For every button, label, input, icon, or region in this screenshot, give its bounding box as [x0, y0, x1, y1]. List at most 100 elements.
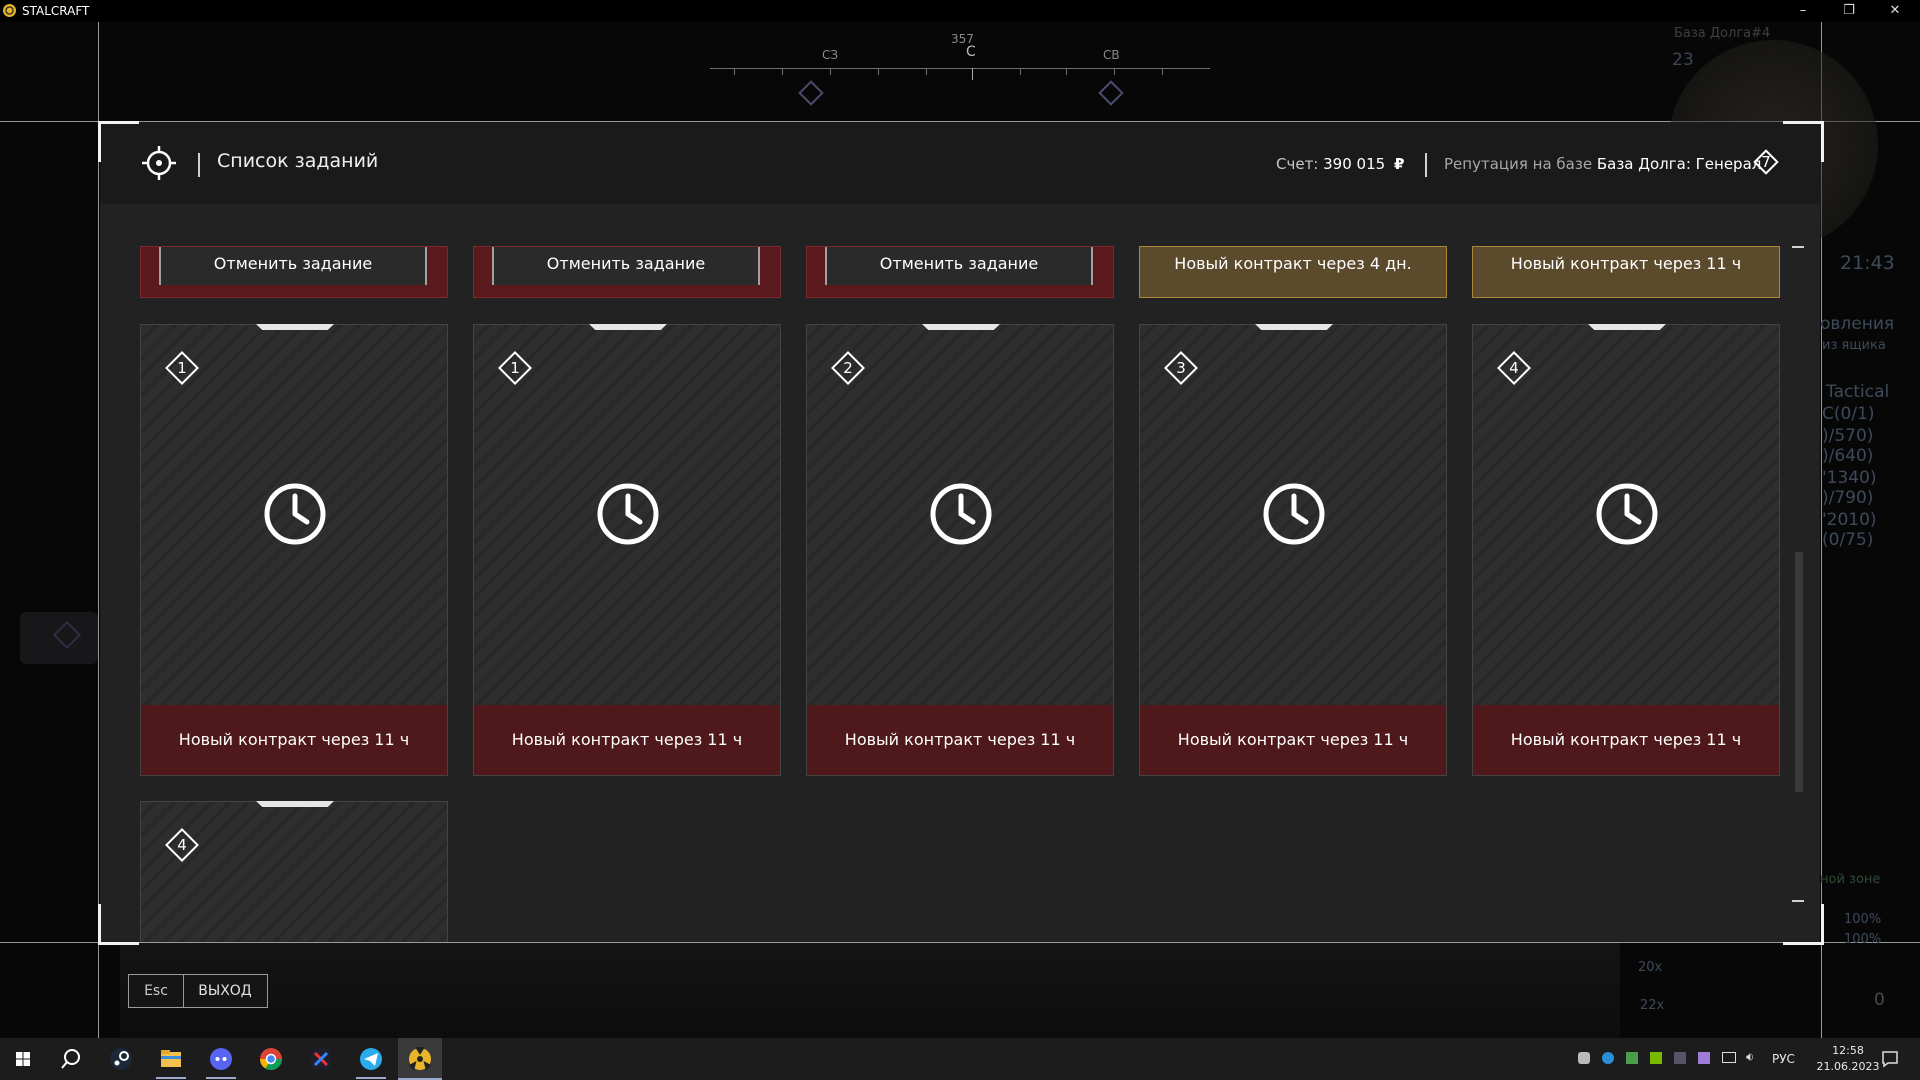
score: Счет: 390 015 ₽ — [1276, 155, 1404, 173]
task-card-top: Отменить задание — [806, 246, 1114, 298]
rank-badge: 7 — [1752, 148, 1780, 176]
header-divider — [1425, 153, 1427, 177]
card-tab — [922, 324, 1000, 330]
restore-button[interactable]: ❐ — [1826, 0, 1872, 22]
modal-header: Список заданий Счет: 390 015 ₽ Репутация… — [100, 122, 1820, 204]
clock-icon — [1263, 483, 1325, 545]
tray-pen-icon[interactable] — [1698, 1052, 1710, 1064]
minimap-time: 21:43 — [1840, 252, 1895, 274]
header-divider — [198, 153, 200, 177]
card-tab — [1255, 324, 1333, 330]
cancel-task-button[interactable]: Отменить задание — [159, 247, 427, 285]
clock-icon — [1596, 483, 1658, 545]
compass-tick — [830, 68, 831, 75]
new-contract-timer: Новый контракт через 4 дн. — [1174, 254, 1412, 273]
frame-corner — [1783, 121, 1824, 162]
reputation-value: База Долга: Генерал — [1596, 155, 1762, 173]
ammo-stack-2: 22x — [1640, 998, 1665, 1013]
quest-line: '2010) — [1822, 510, 1877, 530]
discord-icon[interactable] — [206, 1044, 236, 1074]
close-button[interactable]: ✕ — [1872, 0, 1918, 22]
page-title: Список заданий — [217, 150, 379, 172]
card-footer: Новый контракт через 11 ч — [1473, 705, 1779, 775]
compass-tick — [1162, 68, 1163, 75]
frame-corner — [98, 904, 139, 945]
volume-icon[interactable]: 🔉︎ — [1746, 1050, 1754, 1065]
card-tab — [256, 801, 334, 807]
clock-time: 12:58 — [1832, 1044, 1864, 1057]
contract-card[interactable]: 3 Новый контракт через 11 ч — [1139, 324, 1447, 776]
system-tray: 🔉︎ — [1578, 1038, 1768, 1080]
tray-app-x-icon[interactable] — [1674, 1052, 1686, 1064]
card-footer: Новый контракт через 11 ч — [1140, 705, 1446, 775]
diamond-marker-icon — [52, 620, 82, 650]
compass-tick — [1114, 68, 1115, 75]
compass-scale — [710, 68, 1210, 69]
quest-line: )/640) — [1822, 446, 1874, 466]
stalcraft-icon — [3, 4, 16, 17]
clock-icon — [597, 483, 659, 545]
tier-value: 1 — [510, 359, 520, 377]
quest-line: овления — [1820, 314, 1895, 334]
search-icon[interactable] — [56, 1044, 86, 1074]
tray-app-icon[interactable] — [1602, 1052, 1614, 1064]
app-x-icon[interactable] — [306, 1044, 336, 1074]
cancel-task-button[interactable]: Отменить задание — [825, 247, 1093, 285]
new-contract-timer: Новый контракт через 11 ч — [1510, 254, 1742, 273]
minimap-level: 23 — [1672, 50, 1694, 70]
tier-badge: 1 — [496, 349, 534, 387]
ruble-icon: ₽ — [1393, 155, 1405, 173]
frame-line-bottom — [0, 942, 1920, 943]
notification-icon[interactable] — [1880, 1049, 1900, 1069]
network-icon[interactable] — [1722, 1052, 1736, 1063]
compass-tick — [926, 68, 927, 75]
frame-corner — [1783, 904, 1824, 945]
cancel-task-button[interactable]: Отменить задание — [492, 247, 760, 285]
tray-nvidia-icon[interactable] — [1650, 1052, 1662, 1064]
steam-icon[interactable] — [106, 1044, 136, 1074]
task-card-top: Новый контракт через 11 ч — [1472, 246, 1780, 298]
left-hud-widget — [20, 612, 98, 664]
language-indicator[interactable]: РУС — [1772, 1038, 1795, 1080]
tray-shield-icon[interactable] — [1626, 1052, 1638, 1064]
tray-gamepad-icon[interactable] — [1578, 1052, 1590, 1064]
scrollbar-cap — [1792, 900, 1804, 902]
contract-card[interactable]: 1 Новый контракт через 11 ч — [473, 324, 781, 776]
file-explorer-icon[interactable] — [156, 1044, 186, 1074]
compass-tick — [782, 68, 783, 75]
task-list-modal: Список заданий Счет: 390 015 ₽ Репутация… — [100, 122, 1820, 942]
exit-button[interactable]: Esc ВЫХОД — [128, 974, 268, 1008]
scrollbar[interactable] — [1792, 246, 1804, 902]
tier-value: 1 — [177, 359, 187, 377]
clock-icon — [264, 483, 326, 545]
windows-start-icon[interactable] — [8, 1044, 38, 1074]
score-label: Счет: — [1276, 155, 1319, 173]
clock-icon — [930, 483, 992, 545]
card-footer: Новый контракт через 11 ч — [141, 705, 447, 775]
clock[interactable]: 12:58 21.06.2023 — [1808, 1038, 1888, 1080]
tier-badge: 1 — [163, 349, 201, 387]
quest-line: С(0/1) — [1822, 404, 1875, 424]
stalcraft-task-button[interactable] — [398, 1038, 442, 1080]
quest-line: )/570) — [1822, 426, 1874, 446]
minimize-button[interactable]: – — [1780, 0, 1826, 22]
quest-line: (0/75) — [1822, 530, 1874, 550]
telegram-icon[interactable] — [356, 1044, 386, 1074]
clock-date: 21.06.2023 — [1816, 1060, 1880, 1073]
contract-card[interactable]: 4 — [140, 801, 448, 942]
reputation: Репутация на базе База Долга: Генерал — [1444, 155, 1761, 173]
contract-card[interactable]: 1 Новый контракт через 11 ч — [140, 324, 448, 776]
stat-health: 100% — [1844, 912, 1882, 927]
card-tab — [589, 324, 667, 330]
compass: 357 С СЗ СВ — [710, 28, 1210, 106]
compass-tick — [734, 68, 735, 75]
quest-line: из ящика — [1822, 338, 1886, 353]
quest-line: Tactical — [1826, 382, 1890, 402]
chrome-icon[interactable] — [256, 1044, 286, 1074]
task-card-top: Новый контракт через 4 дн. — [1139, 246, 1447, 298]
contract-card[interactable]: 2 Новый контракт через 11 ч — [806, 324, 1114, 776]
esc-key-hint: Esc — [129, 975, 184, 1007]
scrollbar-thumb[interactable] — [1795, 552, 1803, 792]
contract-card[interactable]: 4 Новый контракт через 11 ч — [1472, 324, 1780, 776]
reputation-label: Репутация на базе — [1444, 155, 1593, 173]
